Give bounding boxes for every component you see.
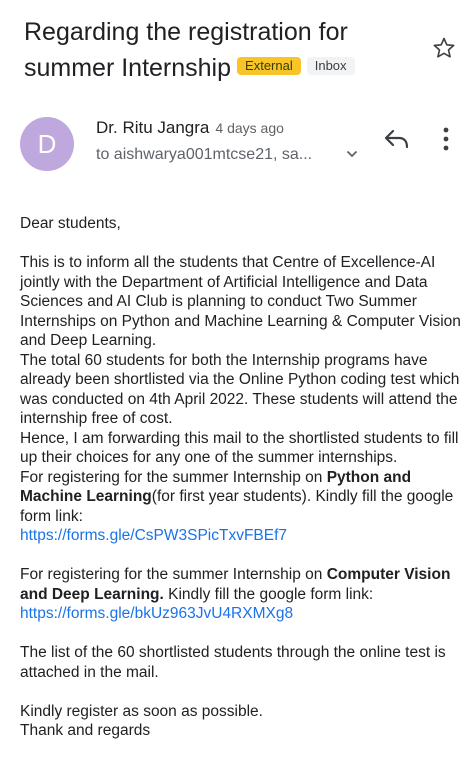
sender-name[interactable]: Dr. Ritu Jangra [96, 118, 209, 137]
more-vert-icon[interactable] [438, 126, 454, 152]
registration-paragraph-2: For registering for the summer Internshi… [20, 566, 451, 603]
attachment-note: The list of the 60 shortlisted students … [20, 644, 446, 681]
closing-line-2: Thank and regards [20, 722, 151, 739]
label-inbox[interactable]: Inbox [306, 57, 355, 76]
closing-line-1: Kindly register as soon as possible. [20, 702, 263, 720]
email-subject: Regarding the registration for summer In… [24, 14, 424, 86]
registration-paragraph-1: For registering for the summer Internshi… [20, 468, 454, 525]
reply-icon[interactable] [384, 128, 410, 150]
chevron-down-icon[interactable] [345, 147, 359, 161]
subject-line-2: summer Internship [24, 54, 232, 82]
email-time: 4 days ago [215, 120, 284, 136]
form-link-cv-dl[interactable]: https://forms.gle/bkUz963JvU4RXMXg8 [20, 605, 293, 622]
body-paragraph-1: This is to inform all the students that … [20, 254, 461, 349]
recipient-line[interactable]: to aishwarya001mtcse21, sa... [96, 146, 312, 164]
greeting: Dear students, [20, 215, 121, 232]
email-body: Dear students, This is to inform all the… [20, 214, 466, 741]
star-outline-icon[interactable] [432, 36, 456, 60]
subject-header: Regarding the registration for summer In… [24, 14, 424, 86]
avatar[interactable]: D [20, 117, 74, 171]
label-external[interactable]: External [237, 57, 301, 76]
subject-line-1: Regarding the registration for [24, 18, 348, 46]
form-link-python-ml[interactable]: https://forms.gle/CsPW3SPicTxvFBEf7 [20, 527, 287, 544]
body-paragraph-2: The total 60 students for both the Inter… [20, 351, 460, 428]
body-paragraph-3: Hence, I am forwarding this mail to the … [20, 429, 459, 467]
sender-line: Dr. Ritu Jangra 4 days ago [96, 118, 284, 138]
